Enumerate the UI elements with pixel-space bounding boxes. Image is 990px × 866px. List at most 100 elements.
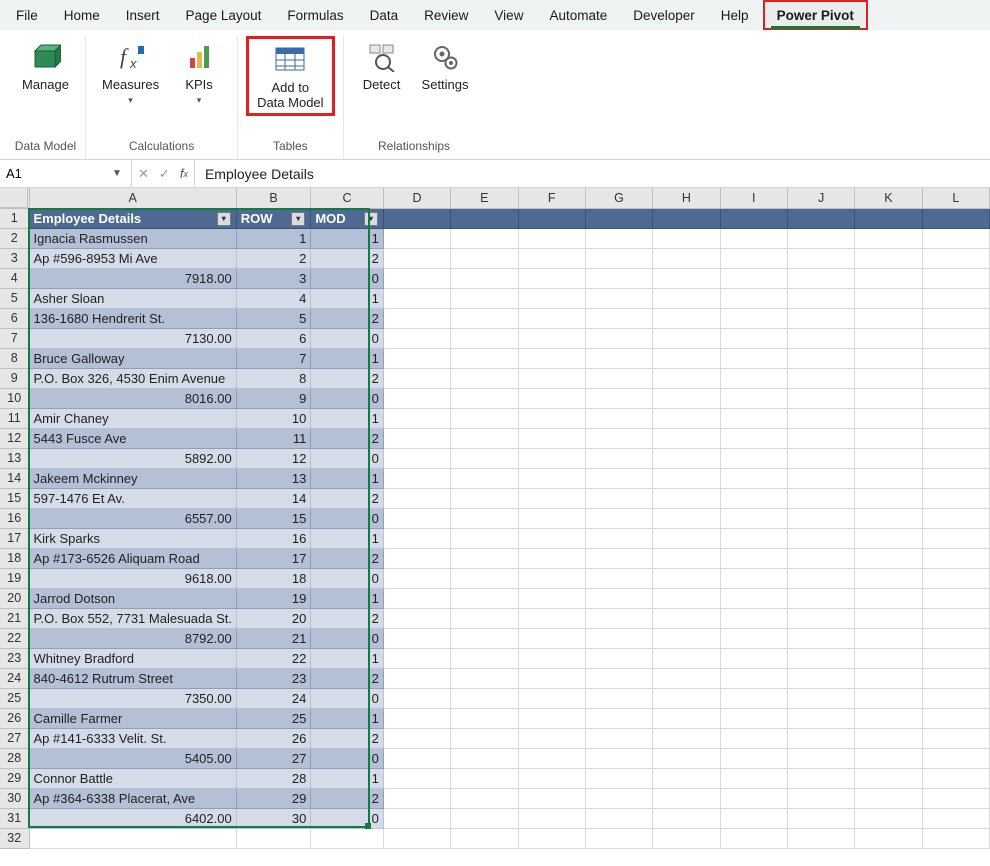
cell[interactable] [518, 568, 585, 588]
cell[interactable] [585, 688, 652, 708]
cell[interactable] [922, 588, 989, 608]
row-header[interactable]: 20 [0, 588, 29, 608]
cell[interactable] [787, 708, 854, 728]
cell[interactable] [383, 628, 450, 648]
cell[interactable] [720, 628, 787, 648]
cell[interactable] [855, 748, 922, 768]
cell[interactable] [720, 788, 787, 808]
cell[interactable] [855, 528, 922, 548]
cell[interactable] [585, 628, 652, 648]
cell[interactable] [653, 528, 720, 548]
cell[interactable] [855, 628, 922, 648]
cell[interactable]: 24 [236, 688, 311, 708]
cell[interactable] [720, 308, 787, 328]
cell[interactable] [720, 708, 787, 728]
cell[interactable]: 0 [311, 328, 384, 348]
cell[interactable] [653, 828, 720, 848]
cell[interactable] [451, 288, 518, 308]
cell[interactable]: 10 [236, 408, 311, 428]
cell[interactable] [383, 828, 450, 848]
cell[interactable] [585, 428, 652, 448]
cell[interactable] [451, 668, 518, 688]
cell[interactable] [922, 608, 989, 628]
cell[interactable]: 597-1476 Et Av. [29, 488, 236, 508]
cell[interactable] [653, 708, 720, 728]
cell[interactable] [855, 548, 922, 568]
menu-formulas[interactable]: Formulas [275, 0, 355, 30]
row-header[interactable]: 25 [0, 688, 29, 708]
cell[interactable]: 1 [311, 648, 384, 668]
cell[interactable] [653, 388, 720, 408]
cell[interactable] [855, 708, 922, 728]
row-header[interactable]: 1 [0, 208, 29, 228]
row-header[interactable]: 12 [0, 428, 29, 448]
cell[interactable] [787, 228, 854, 248]
cell[interactable]: 2 [311, 488, 384, 508]
row-header[interactable]: 2 [0, 228, 29, 248]
cell[interactable] [383, 788, 450, 808]
cell[interactable] [585, 648, 652, 668]
cell[interactable]: 7918.00 [29, 268, 236, 288]
cell[interactable] [787, 488, 854, 508]
cell[interactable] [855, 208, 922, 228]
cell[interactable] [855, 588, 922, 608]
cell[interactable]: 5 [236, 308, 311, 328]
cell[interactable] [518, 548, 585, 568]
cell[interactable] [787, 368, 854, 388]
cell[interactable] [383, 528, 450, 548]
cell[interactable] [787, 388, 854, 408]
cell[interactable] [787, 348, 854, 368]
cell[interactable] [518, 708, 585, 728]
cell[interactable] [451, 528, 518, 548]
cell[interactable] [518, 488, 585, 508]
cell[interactable] [855, 288, 922, 308]
cell[interactable] [518, 768, 585, 788]
cell[interactable] [855, 428, 922, 448]
cell[interactable] [451, 608, 518, 628]
cell[interactable] [518, 808, 585, 828]
cell[interactable] [653, 348, 720, 368]
cell[interactable] [855, 448, 922, 468]
cell[interactable] [922, 668, 989, 688]
cell[interactable] [922, 688, 989, 708]
cell[interactable]: P.O. Box 326, 4530 Enim Avenue [29, 368, 236, 388]
cell[interactable] [787, 508, 854, 528]
cell[interactable]: 1 [311, 228, 384, 248]
cell[interactable] [653, 368, 720, 388]
menu-power-pivot[interactable]: Power Pivot [763, 0, 868, 30]
cell[interactable] [720, 588, 787, 608]
cell[interactable]: 9618.00 [29, 568, 236, 588]
row-header[interactable]: 6 [0, 308, 29, 328]
cell[interactable] [653, 288, 720, 308]
col-header-E[interactable]: E [451, 188, 518, 208]
cell[interactable] [383, 748, 450, 768]
menu-automate[interactable]: Automate [537, 0, 619, 30]
cell[interactable] [653, 268, 720, 288]
cell[interactable] [451, 708, 518, 728]
cell[interactable] [787, 608, 854, 628]
row-header[interactable]: 10 [0, 388, 29, 408]
cell[interactable] [855, 228, 922, 248]
row-header[interactable]: 32 [0, 828, 29, 848]
cell[interactable] [720, 728, 787, 748]
cell[interactable] [922, 628, 989, 648]
cell[interactable] [720, 748, 787, 768]
cell[interactable] [787, 588, 854, 608]
cell[interactable] [585, 748, 652, 768]
cell[interactable] [518, 448, 585, 468]
cell[interactable] [451, 588, 518, 608]
cell[interactable]: 22 [236, 648, 311, 668]
cell[interactable] [720, 568, 787, 588]
cell[interactable] [383, 688, 450, 708]
col-header-H[interactable]: H [653, 188, 720, 208]
cell[interactable] [383, 388, 450, 408]
cell[interactable] [311, 828, 384, 848]
cell[interactable] [787, 308, 854, 328]
cell[interactable] [518, 588, 585, 608]
cell[interactable] [922, 468, 989, 488]
row-header[interactable]: 24 [0, 668, 29, 688]
cell[interactable] [451, 468, 518, 488]
cell[interactable]: Ap #173-6526 Aliquam Road [29, 548, 236, 568]
cell[interactable] [787, 248, 854, 268]
cell[interactable] [653, 248, 720, 268]
